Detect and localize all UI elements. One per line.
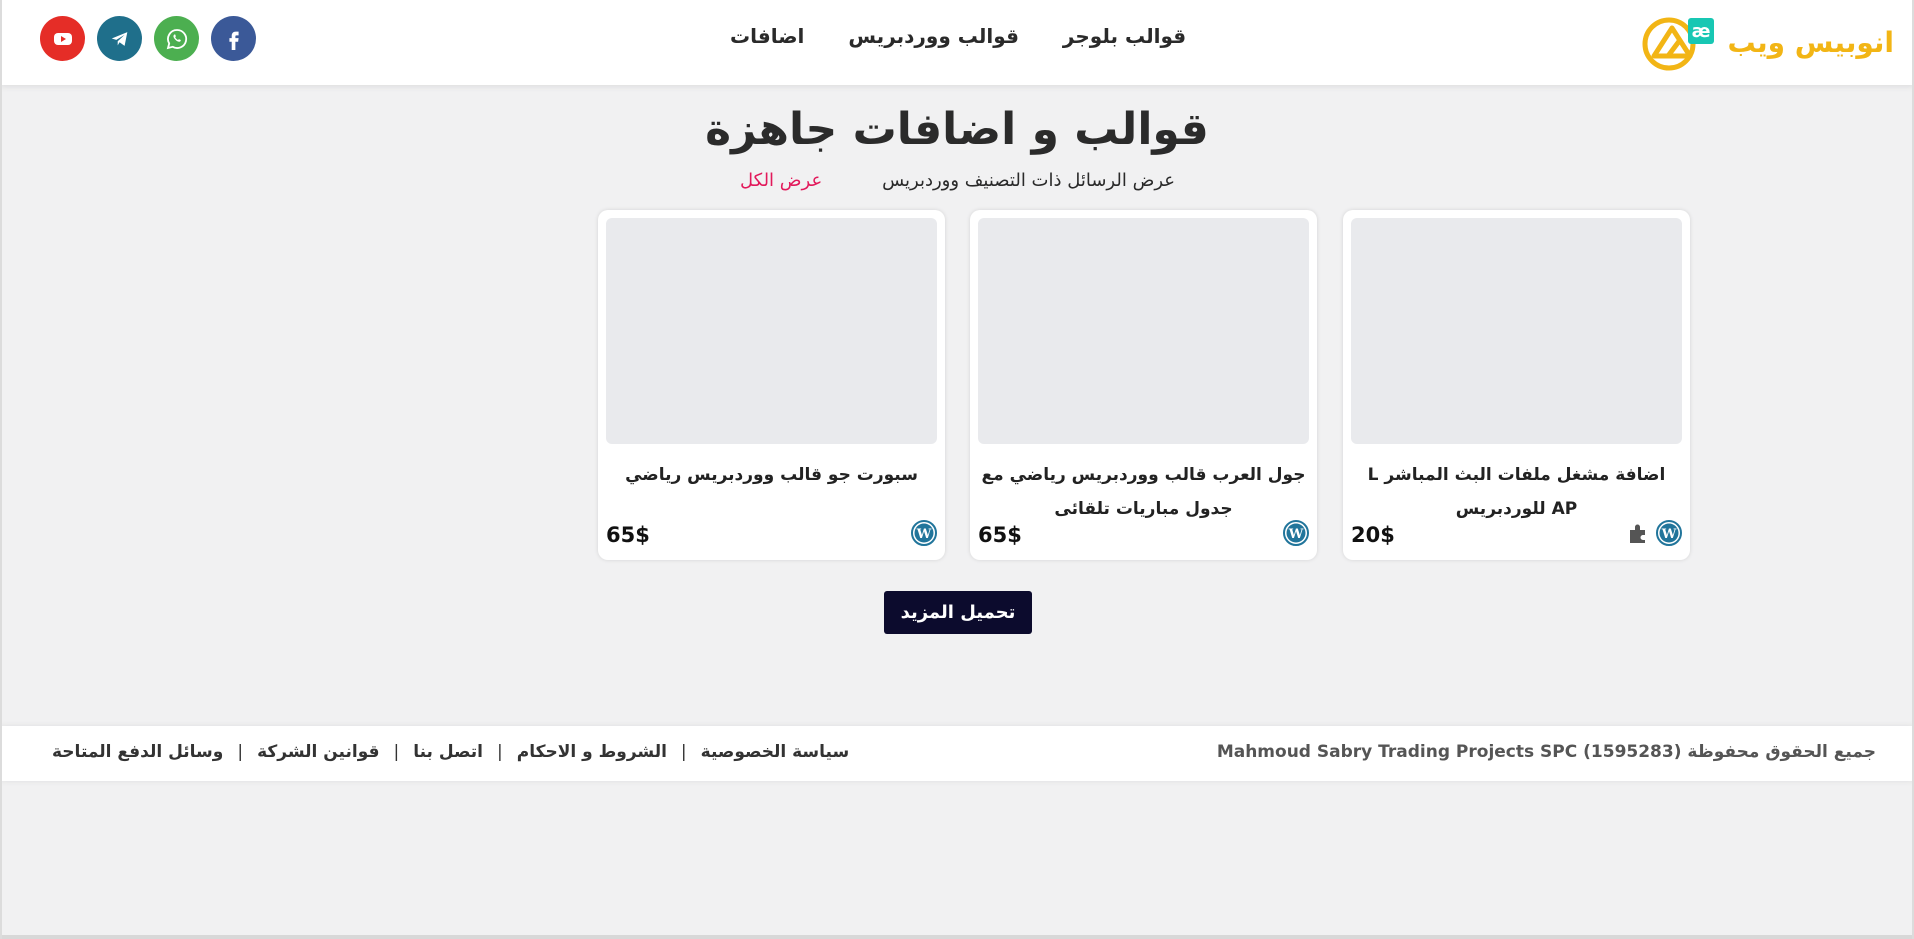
product-footer: W 65$ (606, 520, 937, 550)
footer-link-payment-methods[interactable]: وسائل الدفع المتاحة (52, 742, 223, 762)
divider: | (237, 742, 244, 762)
product-footer: W 20$ (1351, 520, 1682, 550)
nav-item-wordpress-templates[interactable]: قوالب ووردبريس (848, 24, 1019, 48)
wordpress-icon: W (911, 520, 937, 550)
product-price: 20$ (1351, 523, 1395, 547)
page-title: قوالب و اضافات جاهزة (705, 104, 1209, 155)
divider: | (393, 742, 400, 762)
svg-text:W: W (1288, 527, 1304, 542)
logo-mark-icon: æ (1624, 12, 1724, 72)
site-logo[interactable]: انوبيس ويب æ (1624, 12, 1895, 72)
product-icons: W (1626, 520, 1682, 550)
social-links (40, 16, 256, 61)
facebook-icon[interactable] (211, 16, 256, 61)
logo-text: انوبيس ويب (1727, 25, 1895, 59)
copyright-text: جميع الحقوق محفوظة Mahmoud Sabry Trading… (1216, 742, 1876, 762)
footer-link-privacy[interactable]: سياسة الخصوصية (701, 742, 850, 762)
divider: | (680, 742, 687, 762)
svg-text:æ: æ (1691, 21, 1710, 42)
show-all-link[interactable]: عرض الكل (740, 170, 822, 191)
product-card[interactable]: اضافة مشغل ملفات البث المباشر L AP للورد… (1343, 210, 1690, 560)
wordpress-icon: W (1656, 520, 1682, 550)
browser-bottom-strip (0, 935, 1914, 939)
nav-item-plugins[interactable]: اضافات (730, 24, 804, 48)
product-title[interactable]: جول العرب قالب ووردبريس رياضي مع جدول مب… (980, 458, 1307, 526)
product-icons: W (911, 520, 937, 550)
site-header: انوبيس ويب æ قوالب بلوجر قوالب ووردبريس … (0, 0, 1914, 85)
product-thumbnail[interactable] (978, 218, 1309, 444)
product-footer: W 65$ (978, 520, 1309, 550)
nav-item-blogger-templates[interactable]: قوالب بلوجر (1063, 24, 1186, 48)
product-title[interactable]: اضافة مشغل ملفات البث المباشر L AP للورد… (1353, 458, 1680, 526)
product-icons: W (1283, 520, 1309, 550)
footer-links: سياسة الخصوصية | الشروط و الاحكام | اتصل… (52, 742, 849, 762)
product-thumbnail[interactable] (606, 218, 937, 444)
load-more-button[interactable]: تحميل المزيد (884, 591, 1032, 634)
youtube-icon[interactable] (40, 16, 85, 61)
wordpress-icon: W (1283, 520, 1309, 550)
product-thumbnail[interactable] (1351, 218, 1682, 444)
product-card[interactable]: سبورت جو قالب ووردبريس رياضي W 65$ (598, 210, 945, 560)
product-title[interactable]: سبورت جو قالب ووردبريس رياضي (608, 458, 935, 492)
whatsapp-icon[interactable] (154, 16, 199, 61)
product-grid: اضافة مشغل ملفات البث المباشر L AP للورد… (598, 210, 1690, 560)
telegram-icon[interactable] (97, 16, 142, 61)
divider: | (497, 742, 503, 762)
product-price: 65$ (978, 523, 1022, 547)
product-card[interactable]: جول العرب قالب ووردبريس رياضي مع جدول مب… (970, 210, 1317, 560)
site-footer: جميع الحقوق محفوظة Mahmoud Sabry Trading… (0, 726, 1914, 781)
main-nav: قوالب بلوجر قوالب ووردبريس اضافات (730, 24, 1186, 48)
category-line: عرض الرسائل ذات التصنيف ووردبريس عرض الك… (740, 170, 1175, 191)
footer-link-terms[interactable]: الشروط و الاحكام (517, 742, 667, 762)
footer-link-company-rules[interactable]: قوانين الشركة (257, 742, 379, 762)
svg-text:W: W (1661, 527, 1677, 542)
footer-link-contact[interactable]: اتصل بنا (413, 742, 483, 762)
plugin-icon (1626, 520, 1652, 550)
category-label: عرض الرسائل ذات التصنيف ووردبريس (882, 170, 1175, 191)
product-price: 65$ (606, 523, 650, 547)
svg-text:W: W (916, 527, 932, 542)
